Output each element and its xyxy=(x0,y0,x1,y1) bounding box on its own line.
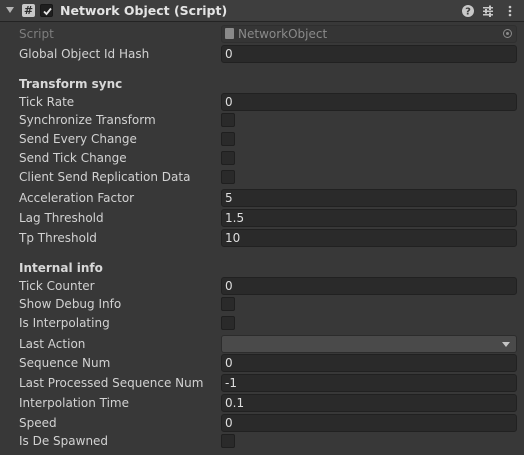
send-tick-change-checkbox[interactable] xyxy=(221,151,235,165)
global-object-id-hash-row: Global Object Id Hash 0 xyxy=(0,44,524,64)
lag-threshold-row: Lag Threshold 1.5 xyxy=(0,208,524,228)
show-debug-info-row: Show Debug Info xyxy=(0,294,524,314)
tick-counter-label: Tick Counter xyxy=(19,279,95,293)
sequence-num-label: Sequence Num xyxy=(19,356,111,370)
script-object-field[interactable]: NetworkObject xyxy=(221,25,517,43)
client-send-replication-data-checkbox[interactable] xyxy=(221,170,235,184)
is-de-spawned-checkbox[interactable] xyxy=(221,434,235,448)
help-icon[interactable]: ? xyxy=(461,4,475,18)
send-every-change-row: Send Every Change xyxy=(0,129,524,149)
tick-counter-field[interactable]: 0 xyxy=(221,277,517,295)
show-debug-info-label: Show Debug Info xyxy=(19,297,122,311)
script-label: Script xyxy=(19,27,54,41)
speed-field[interactable]: 0 xyxy=(221,414,517,432)
script-file-icon xyxy=(225,28,234,39)
script-value: NetworkObject xyxy=(238,27,328,41)
acceleration-factor-row: Acceleration Factor 5 xyxy=(0,188,524,208)
acceleration-factor-label: Acceleration Factor xyxy=(19,191,135,205)
dropdown-arrow-icon xyxy=(502,342,510,347)
last-action-label: Last Action xyxy=(19,337,86,351)
script-hash-icon: # xyxy=(22,4,35,17)
interpolation-time-label: Interpolation Time xyxy=(19,396,129,410)
tick-rate-field[interactable]: 0 xyxy=(221,93,517,111)
sequence-num-field[interactable]: 0 xyxy=(221,354,517,372)
is-interpolating-row: Is Interpolating xyxy=(0,313,524,333)
lag-threshold-label: Lag Threshold xyxy=(19,211,104,225)
component-title: Network Object (Script) xyxy=(60,3,228,18)
send-every-change-label: Send Every Change xyxy=(19,132,137,146)
is-interpolating-checkbox[interactable] xyxy=(221,316,235,330)
last-action-dropdown[interactable] xyxy=(221,335,517,353)
component-enabled-checkbox[interactable] xyxy=(40,4,53,17)
send-every-change-checkbox[interactable] xyxy=(221,132,235,146)
internal-info-header: Internal info xyxy=(19,261,103,275)
synchronize-transform-checkbox[interactable] xyxy=(221,113,235,127)
script-row: Script NetworkObject xyxy=(0,24,524,44)
tick-counter-row: Tick Counter 0 xyxy=(0,276,524,296)
presets-icon[interactable] xyxy=(481,4,495,18)
transform-sync-header: Transform sync xyxy=(19,77,123,91)
client-send-replication-data-row: Client Send Replication Data xyxy=(0,167,524,187)
last-action-row: Last Action xyxy=(0,334,524,354)
component-header[interactable]: # Network Object (Script) ? xyxy=(0,0,524,22)
synchronize-transform-label: Synchronize Transform xyxy=(19,113,156,127)
context-menu-icon[interactable] xyxy=(503,4,517,18)
lag-threshold-field[interactable]: 1.5 xyxy=(221,209,517,227)
speed-label: Speed xyxy=(19,416,57,430)
foldout-arrow-icon[interactable] xyxy=(6,7,14,13)
interpolation-time-field[interactable]: 0.1 xyxy=(221,394,517,412)
tp-threshold-row: Tp Threshold 10 xyxy=(0,228,524,248)
checkmark-icon xyxy=(43,7,52,16)
send-tick-change-label: Send Tick Change xyxy=(19,151,127,165)
tick-rate-label: Tick Rate xyxy=(19,95,75,109)
global-object-id-hash-field[interactable]: 0 xyxy=(221,45,517,63)
is-de-spawned-label: Is De Spawned xyxy=(19,434,109,448)
acceleration-factor-field[interactable]: 5 xyxy=(221,189,517,207)
object-picker-icon[interactable] xyxy=(503,29,512,38)
tp-threshold-field[interactable]: 10 xyxy=(221,229,517,247)
show-debug-info-checkbox[interactable] xyxy=(221,297,235,311)
client-send-replication-data-label: Client Send Replication Data xyxy=(19,170,191,184)
last-processed-sequence-num-label: Last Processed Sequence Num xyxy=(19,376,204,390)
global-object-id-hash-label: Global Object Id Hash xyxy=(19,47,150,61)
last-processed-sequence-num-row: Last Processed Sequence Num -1 xyxy=(0,373,524,393)
svg-text:?: ? xyxy=(465,7,471,18)
is-interpolating-label: Is Interpolating xyxy=(19,316,110,330)
tick-rate-row: Tick Rate 0 xyxy=(0,92,524,112)
interpolation-time-row: Interpolation Time 0.1 xyxy=(0,393,524,413)
last-processed-sequence-num-field[interactable]: -1 xyxy=(221,374,517,392)
tp-threshold-label: Tp Threshold xyxy=(19,231,97,245)
speed-row: Speed 0 xyxy=(0,413,524,433)
sequence-num-row: Sequence Num 0 xyxy=(0,353,524,373)
synchronize-transform-row: Synchronize Transform xyxy=(0,110,524,130)
is-de-spawned-row: Is De Spawned xyxy=(0,431,524,451)
send-tick-change-row: Send Tick Change xyxy=(0,148,524,168)
